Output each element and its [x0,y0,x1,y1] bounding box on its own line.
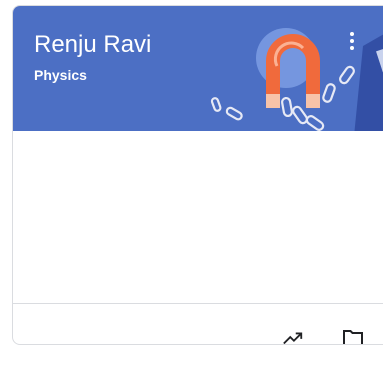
trending-up-icon-glyph [283,332,303,344]
class-card[interactable]: Renju Ravi Physics [12,5,383,345]
class-card-banner[interactable]: Renju Ravi Physics [13,6,383,131]
more-vert-icon-dot [350,46,354,50]
more-vert-icon-dot [350,39,354,43]
class-title[interactable]: Renju Ravi [34,30,151,60]
more-options-button[interactable] [341,24,363,58]
more-vert-icon [350,32,354,36]
folder-icon[interactable] [339,324,367,344]
footer-divider [13,303,383,304]
class-subtitle[interactable]: Physics [34,66,87,84]
trending-up-icon[interactable] [279,324,307,344]
folder-icon-glyph [343,330,363,344]
